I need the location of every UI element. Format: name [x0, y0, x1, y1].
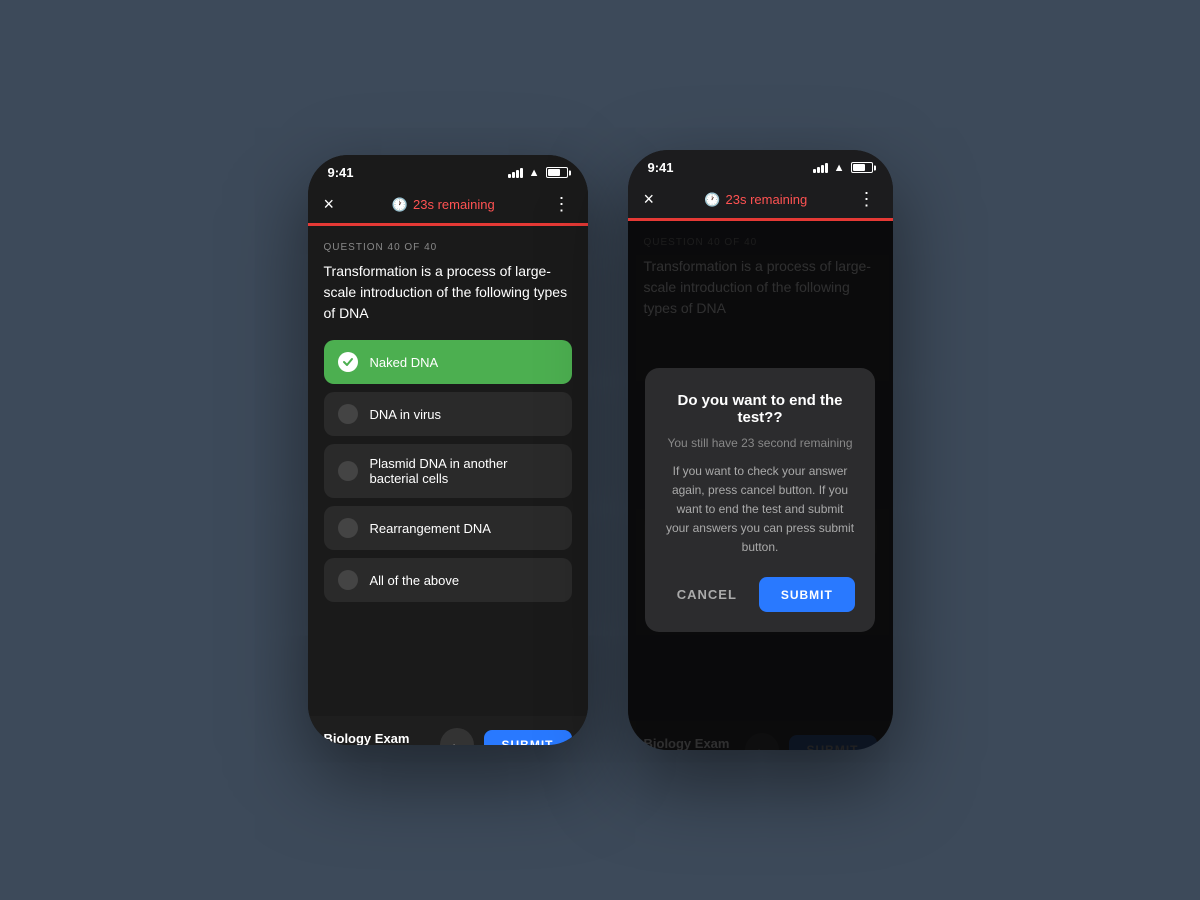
more-options-secondary[interactable]: ⋮	[857, 189, 876, 210]
close-button-secondary[interactable]: ×	[644, 189, 655, 210]
modal-actions: CANCEL SUBMIT	[665, 577, 855, 612]
checkmark-icon	[342, 356, 354, 368]
submit-button-primary[interactable]: SUBMIT	[484, 730, 572, 745]
status-time-secondary: 9:41	[648, 160, 674, 175]
modal-submit-button[interactable]: SUBMIT	[759, 577, 855, 612]
status-icons-secondary: ▲	[813, 162, 873, 174]
toolbar-secondary: × 🕐 23s remaining ⋮	[628, 181, 893, 218]
wifi-icon-secondary: ▲	[834, 162, 845, 174]
secondary-phone: 9:41 ▲ × 🕐 23s remaining ⋮	[628, 150, 893, 750]
signal-icon	[508, 168, 523, 178]
primary-phone: 9:41 ▲ × 🕐 23s remaining ⋮	[308, 155, 588, 745]
bottom-bar-primary: Biology Exam 40 of 40 questions ← SUBMIT	[308, 716, 588, 745]
status-bar-primary: 9:41 ▲	[308, 155, 588, 186]
answer-option-5[interactable]: All of the above	[324, 558, 572, 602]
more-options-primary[interactable]: ⋮	[552, 194, 571, 215]
question-number-primary: QUESTION 40 OF 40	[324, 242, 572, 253]
status-bar-secondary: 9:41 ▲	[628, 150, 893, 181]
close-button-primary[interactable]: ×	[324, 194, 335, 215]
answer-text-1: Naked DNA	[370, 355, 439, 370]
answer-dot-4	[338, 518, 358, 538]
question-text-primary: Transformation is a process of large-sca…	[324, 261, 572, 324]
back-button-primary[interactable]: ←	[440, 728, 474, 745]
phone-content-secondary: QUESTION 40 OF 40 Transformation is a pr…	[628, 221, 893, 750]
modal-cancel-button[interactable]: CANCEL	[665, 577, 749, 612]
modal-body: If you want to check your answer again, …	[665, 462, 855, 558]
answer-text-3: Plasmid DNA in another bacterial cells	[370, 456, 558, 486]
answer-dot-1	[338, 352, 358, 372]
modal-card: Do you want to end the test?? You still …	[645, 368, 875, 633]
phone-content-primary: QUESTION 40 OF 40 Transformation is a pr…	[308, 226, 588, 745]
question-area-primary: QUESTION 40 OF 40 Transformation is a pr…	[308, 226, 588, 716]
status-time-primary: 9:41	[328, 165, 354, 180]
modal-overlay: Do you want to end the test?? You still …	[628, 221, 893, 750]
answer-option-2[interactable]: DNA in virus	[324, 392, 572, 436]
battery-icon	[546, 167, 568, 178]
exam-info-primary: Biology Exam 40 of 40 questions	[324, 731, 414, 746]
battery-icon-secondary	[851, 162, 873, 173]
wifi-icon: ▲	[529, 167, 540, 179]
answer-option-1[interactable]: Naked DNA	[324, 340, 572, 384]
answer-text-5: All of the above	[370, 573, 460, 588]
answer-dot-5	[338, 570, 358, 590]
answer-text-4: Rearrangement DNA	[370, 521, 491, 536]
status-icons-primary: ▲	[508, 167, 568, 179]
bottom-actions-primary: ← SUBMIT	[440, 728, 572, 745]
answer-option-3[interactable]: Plasmid DNA in another bacterial cells	[324, 444, 572, 498]
timer-text-secondary: 23s remaining	[726, 192, 808, 207]
toolbar-primary: × 🕐 23s remaining ⋮	[308, 186, 588, 223]
answer-option-4[interactable]: Rearrangement DNA	[324, 506, 572, 550]
exam-title-primary: Biology Exam	[324, 731, 414, 746]
signal-icon-secondary	[813, 163, 828, 173]
answer-dot-2	[338, 404, 358, 424]
timer-icon-secondary: 🕐	[704, 192, 720, 208]
modal-time: You still have 23 second remaining	[665, 436, 855, 450]
modal-title: Do you want to end the test??	[665, 392, 855, 426]
timer-primary: 🕐 23s remaining	[392, 197, 495, 213]
timer-icon: 🕐	[392, 197, 408, 213]
phones-container: 9:41 ▲ × 🕐 23s remaining ⋮	[308, 150, 893, 750]
timer-secondary: 🕐 23s remaining	[704, 192, 807, 208]
timer-text-primary: 23s remaining	[413, 197, 495, 212]
answer-text-2: DNA in virus	[370, 407, 442, 422]
answer-dot-3	[338, 461, 358, 481]
